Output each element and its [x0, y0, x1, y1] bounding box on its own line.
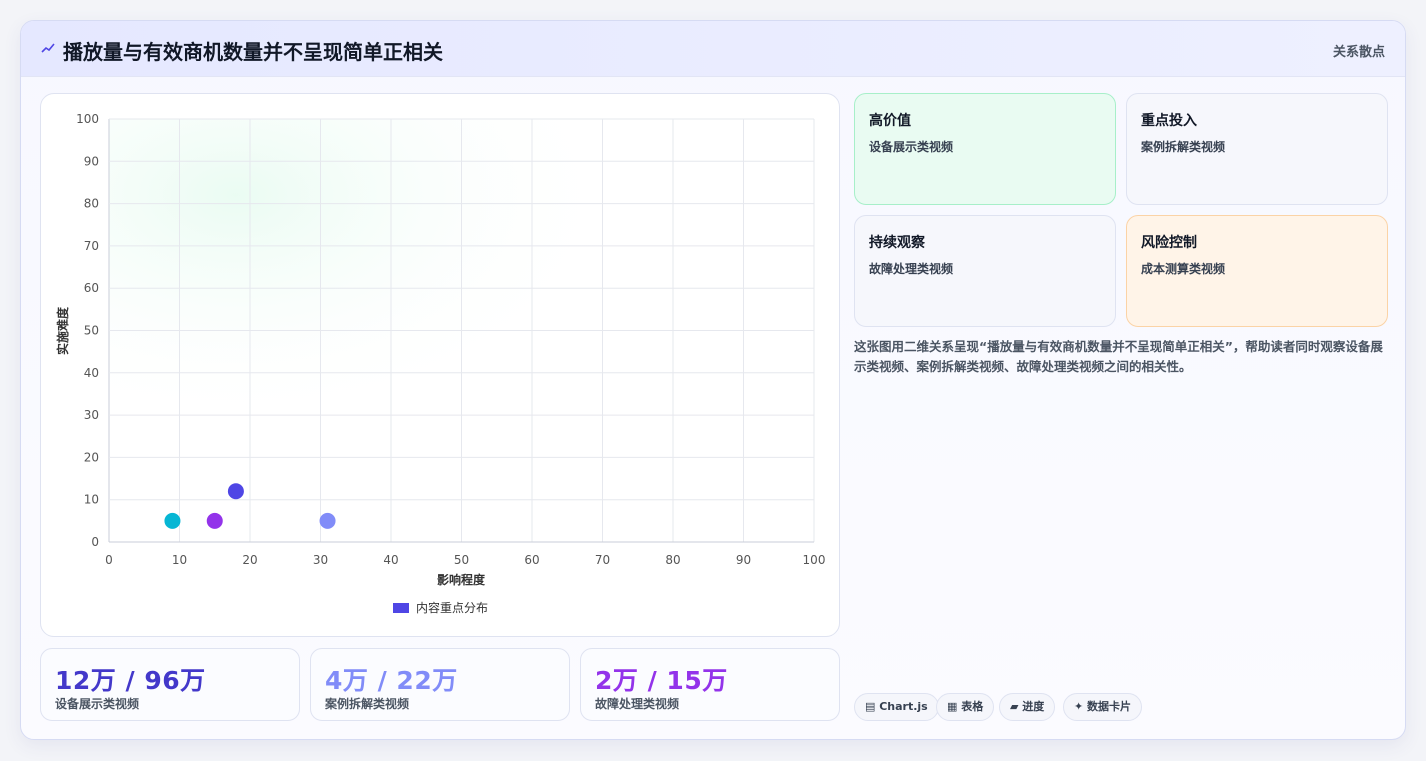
stat-label: 故障处理类视频	[595, 697, 680, 711]
stat-value: 4万 / 22万	[325, 666, 458, 695]
quadrant-title: 重点投入	[1141, 113, 1197, 129]
scatter-chart: 0 10 20 30 40 50 60 70 80 90 100 0 10 20 30 40 50 60 70 80 9…	[40, 93, 840, 637]
y-axis-title: 实施难度	[55, 306, 70, 355]
x-tick-label: 90	[736, 553, 751, 567]
quadrant-risk-control: 风险控制 成本测算类视频	[1126, 215, 1388, 327]
main-card: 播放量与有效商机数量并不呈现简单正相关 关系散点 0 10 20 30 40 50 60 70…	[20, 20, 1406, 740]
x-tick-label: 60	[524, 553, 539, 567]
quadrant-observe: 持续观察 故障处理类视频	[854, 215, 1116, 327]
stat-card: 4万 / 22万 案例拆解类视频	[310, 648, 570, 721]
x-tick-label: 100	[803, 553, 826, 567]
y-tick-label: 0	[91, 535, 99, 549]
x-tick-label: 20	[242, 553, 257, 567]
scatter-point[interactable]	[227, 483, 244, 500]
y-tick-label: 60	[84, 281, 99, 295]
quadrant-title: 持续观察	[869, 235, 925, 251]
quadrant-subtitle: 成本测算类视频	[1141, 262, 1226, 276]
y-tick-label: 40	[84, 366, 99, 380]
legend-label[interactable]: 内容重点分布	[416, 600, 488, 615]
stat-card: 2万 / 15万 故障处理类视频	[580, 648, 840, 721]
y-tick-label: 80	[84, 197, 99, 211]
scatter-point[interactable]	[319, 512, 336, 529]
y-tick-label: 20	[84, 450, 99, 464]
chip-table[interactable]: ▦ 表格	[936, 693, 995, 721]
page-title: 播放量与有效商机数量并不呈现简单正相关	[63, 40, 443, 64]
y-tick-label: 70	[84, 239, 99, 253]
quadrant-high-value: 高价值 设备展示类视频	[854, 93, 1116, 205]
card-header: 播放量与有效商机数量并不呈现简单正相关 关系散点	[21, 21, 1405, 77]
x-tick-label: 30	[313, 553, 328, 567]
quadrant-title: 高价值	[869, 113, 911, 129]
x-axis-title: 影响程度	[437, 572, 486, 587]
quadrant-subtitle: 案例拆解类视频	[1141, 140, 1226, 154]
quadrant-subtitle: 故障处理类视频	[869, 262, 954, 276]
y-tick-label: 100	[76, 112, 99, 126]
x-tick-label: 40	[383, 553, 398, 567]
stat-card: 12万 / 96万 设备展示类视频	[40, 648, 300, 721]
chip-data-card[interactable]: ✦ 数据卡片	[1063, 693, 1143, 721]
x-tick-label: 50	[454, 553, 469, 567]
quadrant-title: 风险控制	[1141, 235, 1197, 251]
x-tick-label: 0	[105, 553, 113, 567]
y-tick-label: 50	[84, 324, 99, 338]
chart-type-tag: 关系散点	[1332, 45, 1385, 60]
chip-chartjs[interactable]: ▤ Chart.js	[854, 693, 939, 721]
x-tick-label: 10	[172, 553, 187, 567]
scatter-point[interactable]	[206, 512, 223, 529]
y-tick-label: 10	[84, 493, 99, 507]
chart-description: 这张图用二维关系呈现“播放量与有效商机数量并不呈现简单正相关”，帮助读者同时观察…	[854, 339, 1383, 374]
chip-progress[interactable]: ▰ 进度	[999, 693, 1056, 721]
stat-value: 2万 / 15万	[595, 666, 728, 695]
stat-label: 案例拆解类视频	[325, 697, 410, 711]
quadrant-focus-invest: 重点投入 案例拆解类视频	[1126, 93, 1388, 205]
y-tick-label: 30	[84, 408, 99, 422]
stat-value: 12万 / 96万	[55, 666, 206, 695]
legend-swatch[interactable]	[393, 603, 409, 613]
x-tick-label: 80	[665, 553, 680, 567]
scatter-point[interactable]	[164, 512, 181, 529]
chart-svg: 0 10 20 30 40 50 60 70 80 90 100 0 10 20 30 40 50 60 70 80 9…	[55, 112, 826, 615]
quadrant-subtitle: 设备展示类视频	[869, 140, 954, 154]
trend-icon	[41, 43, 55, 53]
x-tick-label: 70	[595, 553, 610, 567]
stat-label: 设备展示类视频	[55, 697, 140, 711]
y-tick-label: 90	[84, 154, 99, 168]
